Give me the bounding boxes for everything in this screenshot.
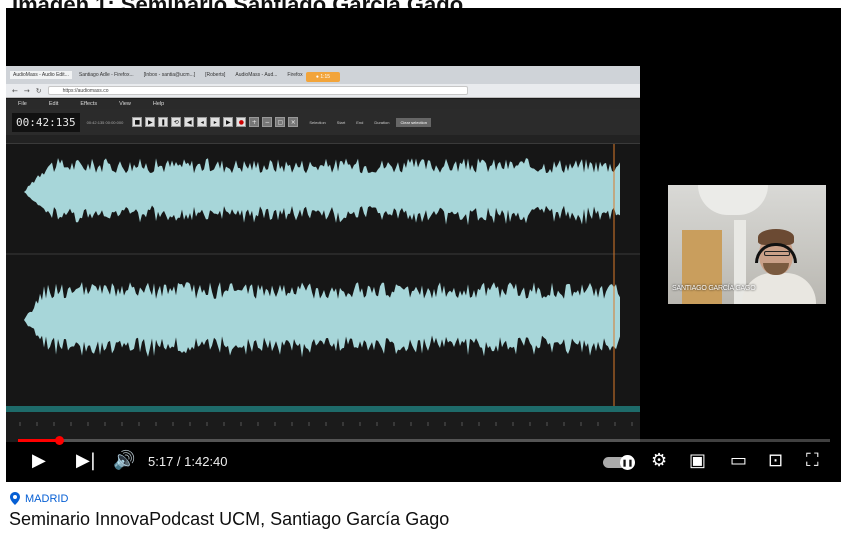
progress-scrubber[interactable] — [54, 436, 64, 445]
timeline-ruler — [6, 135, 640, 148]
play-icon[interactable]: ▶ — [32, 449, 46, 473]
browser-tab: Firefox — [287, 72, 303, 78]
video-title: Seminario InnovaPodcast UCM, Santiago Ga… — [9, 509, 450, 529]
zoom-fit-icon: ▢ — [275, 117, 286, 127]
app-time-sub: 00:42:135 00:00:000 — [86, 119, 124, 125]
browser-tab: Santiago Adle - Firefox... — [78, 72, 134, 78]
menu-edit: Edit — [48, 101, 59, 107]
menu-view: View — [119, 101, 131, 107]
browser-tab: AudioMass - Audio Edit... — [10, 71, 72, 79]
reload-icon: ↻ — [35, 86, 42, 95]
volume-icon[interactable]: 🔊 — [113, 449, 135, 473]
player-controls: ▶ ▶| 🔊 5:17 / 1:42:40 ❚❚ ⚙ ▣ ▭ ⊡ ⛶ — [6, 445, 841, 479]
zoom-out-icon: − — [262, 117, 273, 127]
stop-icon: ■ — [132, 117, 143, 127]
browser-tab: [Roberts] — [205, 72, 226, 78]
selection-end-label: End — [356, 119, 364, 125]
play-icon: ▶ — [145, 117, 156, 127]
selection-label: Selection — [309, 119, 326, 125]
speaker-webcam: SANTIAGO GARCÍA GAGO — [668, 185, 826, 304]
waveform-channel — [24, 158, 620, 226]
pause-icon: ❚❚ — [620, 455, 635, 470]
speaker-glasses — [764, 251, 790, 256]
loop-icon: ⟲ — [171, 117, 182, 127]
menu-effects: Effects — [80, 101, 98, 107]
speaker-name-label: SANTIAGO GARCÍA GAGO — [672, 285, 756, 292]
waveform-view — [6, 144, 640, 412]
miniplayer-icon[interactable]: ▣ — [689, 449, 706, 473]
forward-icon: ▸ — [210, 117, 221, 127]
back-icon: ◂ — [197, 117, 208, 127]
theater-icon[interactable]: ▭ — [730, 449, 747, 473]
next-icon[interactable]: ▶| — [76, 449, 96, 473]
zoom-in-icon: + — [249, 117, 260, 127]
fast-forward-icon: ▶ — [223, 117, 234, 127]
video-player[interactable]: AudioMass - Audio Edit... Santiago Adle … — [6, 8, 841, 482]
location-tag[interactable]: MADRID — [10, 492, 68, 505]
progress-played — [18, 439, 59, 442]
audio-waveform — [6, 144, 640, 406]
shared-screen: AudioMass - Audio Edit... Santiago Adle … — [6, 66, 640, 442]
back-icon: ← — [12, 86, 18, 95]
settings-icon[interactable]: ⚙ — [651, 449, 667, 473]
bottom-ruler — [6, 412, 640, 442]
menu-help: Help — [152, 101, 165, 107]
ceiling-lamp — [698, 185, 768, 215]
app-time-display: 00:42:135 — [12, 112, 80, 132]
progress-bar[interactable] — [18, 436, 830, 445]
time-display: 5:17 / 1:42:40 — [148, 454, 228, 469]
browser-toolbar: ← → ↻ https://audiomass.co — [6, 84, 640, 98]
autoplay-toggle[interactable]: ❚❚ — [603, 455, 635, 470]
forward-icon: → — [23, 86, 30, 95]
selection-duration-label: Duration — [374, 119, 390, 125]
pause-icon: ❚ — [158, 117, 169, 127]
rewind-icon: ◀ — [184, 117, 195, 127]
location-pin-icon — [10, 492, 20, 505]
record-icon: ● — [236, 117, 247, 127]
location-text[interactable]: MADRID — [25, 493, 68, 505]
waveform-channel — [24, 282, 620, 358]
cast-icon[interactable]: ⊡ — [768, 449, 783, 473]
browser-tab-strip: AudioMass - Audio Edit... Santiago Adle … — [6, 66, 640, 84]
fullscreen-icon[interactable]: ⛶ — [806, 449, 819, 473]
bottom-ticks — [19, 422, 633, 426]
app-control-bar: 00:42:135 00:42:135 00:00:000 ■ ▶ ❚ ⟲ ◀ … — [6, 109, 640, 135]
recording-badge: ● 1:15 — [306, 72, 340, 82]
background-door — [682, 230, 722, 304]
menu-file: File — [18, 101, 27, 107]
selection-start-label: Start — [336, 119, 346, 125]
clear-selection-button: Clear selection — [396, 117, 431, 127]
browser-tab: [Inbox - santia@ucm...] — [143, 72, 196, 78]
browser-tab: AudioMass - Aud... — [235, 72, 278, 78]
url-bar: https://audiomass.co — [47, 86, 468, 95]
close-icon: × — [288, 117, 299, 127]
app-menu-bar: File Edit Effects View Help — [6, 99, 640, 109]
